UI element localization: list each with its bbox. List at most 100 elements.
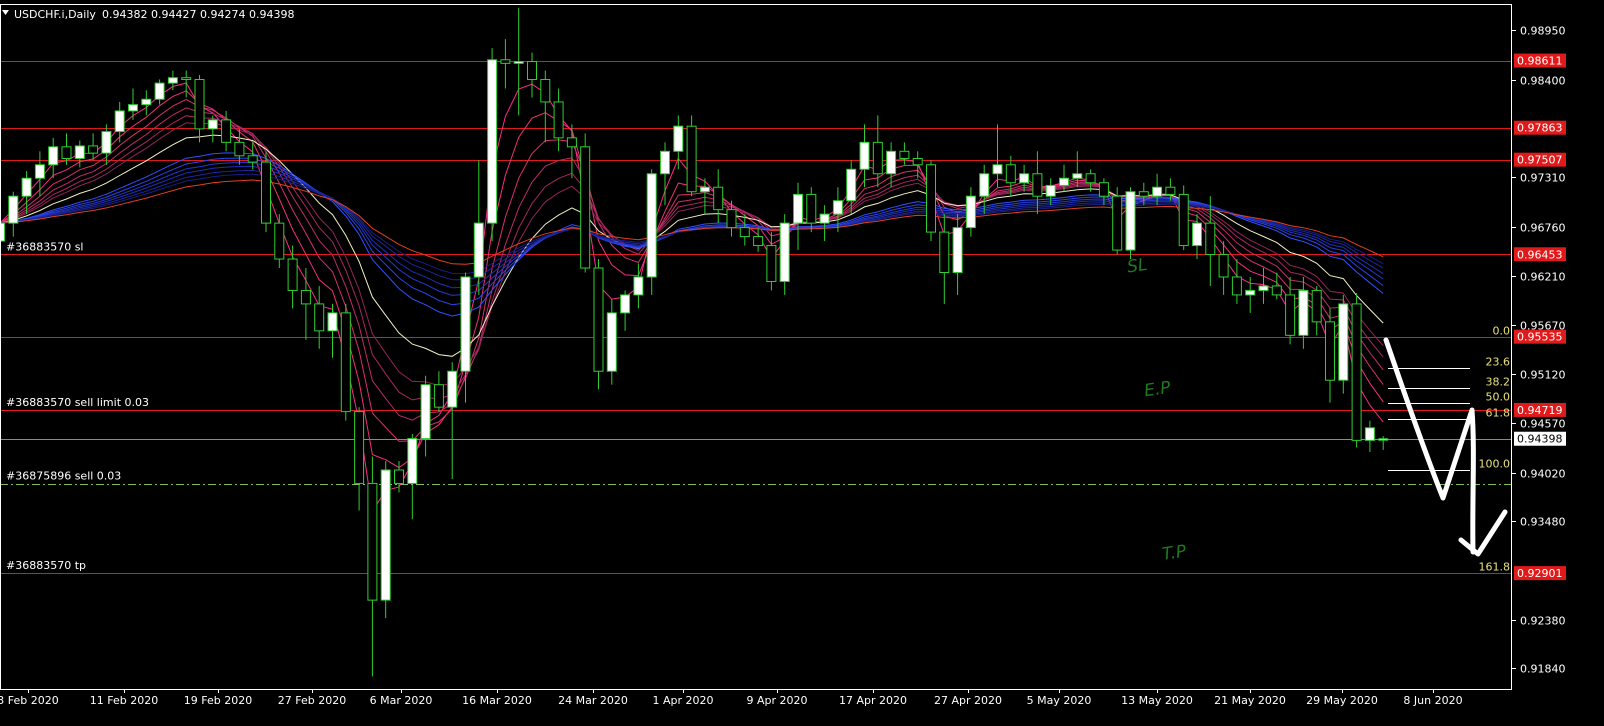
candle-body (114, 110, 125, 133)
candle-body (527, 61, 537, 81)
price-chart[interactable]: #36883570 sl #36883570 sell limit 0.03 #36… (0, 0, 1604, 722)
candle-body (61, 146, 72, 159)
y-tick-label: 0.98400 (1520, 75, 1566, 88)
order-label[interactable]: #36875896 sell 0.03 (6, 470, 121, 483)
candle[interactable] (487, 48, 498, 242)
candle-body (1032, 173, 1043, 197)
candle-body (274, 222, 285, 260)
candle[interactable] (686, 115, 697, 197)
y-tick-label: 0.98950 (1520, 25, 1566, 38)
candle-body (979, 173, 990, 197)
candle-body (992, 164, 1003, 175)
candle-body (899, 150, 910, 159)
candle[interactable] (1125, 187, 1136, 260)
candle-body (633, 276, 644, 296)
price-level-badge-label: 0.98611 (1517, 55, 1563, 68)
candle-body (407, 438, 418, 484)
y-tick-label: 0.94570 (1520, 418, 1566, 431)
candle-body (1271, 285, 1282, 296)
candle-body (314, 303, 325, 332)
candle[interactable] (1112, 187, 1123, 255)
fib-level-label: 161.8 (1479, 561, 1511, 574)
candle-body (154, 82, 165, 100)
candle-body (779, 222, 790, 282)
candle-body (1152, 186, 1163, 197)
candle-body (593, 267, 604, 372)
order-label[interactable]: #36883570 sell limit 0.03 (6, 396, 149, 409)
candle[interactable] (646, 169, 657, 295)
candle[interactable] (1351, 293, 1362, 448)
candle-body (1285, 294, 1296, 336)
price-level-badge-label: 0.97863 (1517, 122, 1563, 135)
candle-body (646, 173, 657, 278)
candle[interactable] (1178, 185, 1189, 251)
candle-body (194, 79, 205, 130)
candle-body (713, 186, 724, 211)
x-tick-label: 8 Jun 2020 (1403, 694, 1462, 707)
price-level-badge-label: 0.96453 (1517, 248, 1563, 261)
ohlc-label: 0.94382 0.94427 0.94274 0.94398 (102, 8, 294, 21)
candle-body (886, 150, 897, 175)
candle-body (726, 209, 737, 229)
x-tick-label: 9 Apr 2020 (746, 694, 807, 707)
candle-body (912, 157, 923, 166)
candle[interactable] (380, 461, 391, 619)
candle-body (354, 411, 365, 484)
symbol-label: USDCHF.i,Daily (14, 8, 96, 21)
candle-body (1351, 303, 1362, 441)
candle-body (1364, 427, 1375, 441)
candle-body (8, 195, 19, 224)
candle-body (660, 150, 670, 175)
chart-window[interactable]: #36883570 sl #36883570 sell limit 0.03 #36… (0, 0, 1604, 722)
candle-body (1325, 321, 1335, 381)
candle-body (247, 155, 258, 163)
candle-body (766, 245, 777, 282)
candle-body (1258, 285, 1269, 291)
x-tick-label: 16 Mar 2020 (462, 694, 532, 707)
candle[interactable] (926, 160, 936, 242)
candle-body (1165, 186, 1176, 195)
x-tick-label: 5 May 2020 (1027, 694, 1092, 707)
candle-body (859, 141, 870, 170)
price-level-badge-label: 0.92901 (1517, 567, 1563, 580)
fib-level-label: 0.0 (1493, 325, 1511, 338)
y-tick-label: 0.95120 (1520, 369, 1566, 382)
candle-body (48, 146, 59, 166)
candle[interactable] (580, 133, 591, 273)
candle-body (128, 104, 138, 112)
candle-body (806, 193, 817, 224)
candle[interactable] (1338, 294, 1349, 394)
candle[interactable] (340, 303, 351, 421)
y-tick-label: 0.96210 (1520, 271, 1566, 284)
candle-body (1045, 184, 1056, 197)
candle[interactable] (593, 259, 604, 390)
candle-body (739, 227, 750, 238)
candle-body (673, 125, 684, 152)
candle-body (699, 186, 710, 193)
candle-body (952, 227, 963, 273)
candle-body (1005, 164, 1016, 184)
x-tick-label: 29 May 2020 (1306, 694, 1378, 707)
candle-body (34, 164, 45, 179)
candle-body (846, 168, 857, 202)
price-level-badge-label: 0.95535 (1517, 331, 1563, 344)
price-level-badge-label: 0.94719 (1517, 404, 1563, 417)
candle-body (1311, 289, 1322, 323)
x-tick-label: 27 Apr 2020 (934, 694, 1002, 707)
candle-body (167, 77, 178, 84)
candle-body (819, 213, 830, 224)
candle-body (74, 145, 85, 159)
candle[interactable] (261, 151, 271, 233)
candle-body (926, 164, 936, 233)
fib-level-label: 50.0 (1486, 391, 1511, 404)
order-label[interactable]: #36883570 sl (6, 240, 84, 253)
candle-body (965, 195, 976, 229)
order-label[interactable]: #36883570 tp (6, 559, 86, 572)
candle-body (1072, 173, 1083, 179)
candle-body (500, 59, 511, 64)
candle-body (1231, 276, 1242, 296)
fib-level-label: 38.2 (1486, 376, 1511, 389)
price-level-badge-label: 0.97507 (1517, 154, 1563, 167)
candle-body (793, 193, 803, 224)
candle-body (433, 384, 444, 408)
